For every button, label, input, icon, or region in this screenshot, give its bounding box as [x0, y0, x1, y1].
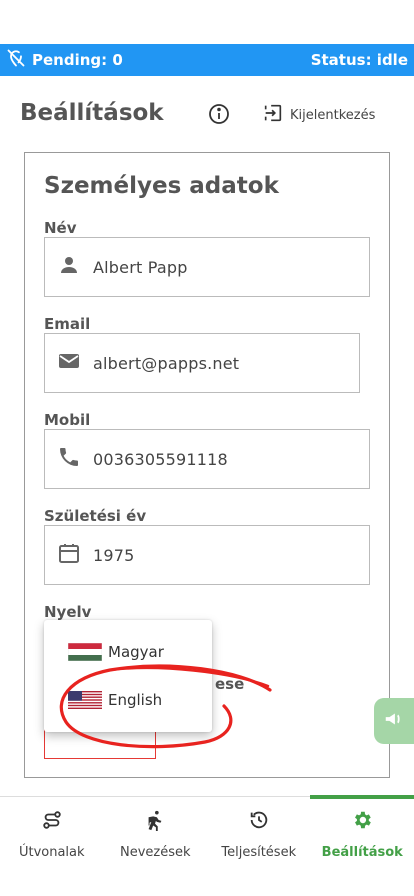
bottom-navigation: Útvonalak Nevezések Teljesítések Beállít… [0, 795, 414, 896]
person-icon [57, 253, 93, 281]
name-value: Albert Papp [93, 257, 188, 277]
page-title: Beállítások [20, 100, 164, 126]
gear-icon [351, 809, 373, 845]
birth-year-label: Születési év [44, 507, 147, 525]
nav-label: Nevezések [119, 845, 191, 860]
phone-icon [57, 445, 93, 473]
language-option-label: English [108, 691, 163, 709]
info-icon[interactable] [207, 102, 231, 126]
logout-button[interactable]: Kijelentkezés [262, 102, 375, 128]
email-label: Email [44, 315, 91, 333]
settings-screen: Pending: 0 Status: idle Beállítások Kije… [0, 0, 414, 896]
mobile-label: Mobil [44, 411, 91, 429]
route-icon [41, 809, 63, 845]
location-off-icon [6, 48, 26, 72]
card-title: Személyes adatok [44, 173, 279, 199]
obscured-label: ese [215, 675, 245, 693]
megaphone-icon [383, 708, 405, 734]
birth-year-field[interactable]: 1975 [44, 525, 370, 585]
page-header: Beállítások Kijelentkezés [0, 96, 414, 136]
runner-icon [144, 809, 166, 845]
email-value: albert@papps.net [93, 353, 240, 373]
hungary-flag-icon [68, 643, 102, 661]
history-icon [248, 809, 270, 845]
mobile-field[interactable]: 0036305591118 [44, 429, 370, 489]
language-option-english[interactable]: English [44, 676, 212, 724]
sync-status-bar: Pending: 0 Status: idle [0, 44, 414, 76]
feedback-tab[interactable] [374, 698, 414, 744]
language-option-magyar[interactable]: Magyar [44, 628, 212, 676]
name-label: Név [44, 219, 77, 237]
nav-item-routes[interactable]: Útvonalak [0, 797, 104, 867]
nav-item-completions[interactable]: Teljesítések [207, 797, 311, 867]
mobile-value: 0036305591118 [93, 449, 228, 469]
name-field[interactable]: Albert Papp [44, 237, 370, 297]
nav-item-entries[interactable]: Nevezések [104, 797, 208, 867]
nav-label: Beállítások [321, 845, 403, 860]
pending-count: Pending: 0 [32, 51, 123, 69]
status-text: Status: idle [310, 51, 408, 69]
logout-label: Kijelentkezés [290, 107, 376, 123]
language-dropdown: Magyar English [44, 620, 212, 732]
email-field[interactable]: albert@papps.net [44, 333, 360, 393]
calendar-icon [57, 541, 93, 569]
nav-label: Teljesítések [221, 845, 297, 860]
usa-flag-icon [68, 691, 102, 709]
nav-item-settings[interactable]: Beállítások [311, 797, 414, 867]
logout-icon [262, 102, 284, 128]
language-option-label: Magyar [108, 643, 164, 661]
birth-year-value: 1975 [93, 545, 135, 565]
language-label: Nyelv [44, 603, 92, 621]
email-icon [57, 349, 93, 377]
nav-label: Útvonalak [18, 845, 85, 860]
